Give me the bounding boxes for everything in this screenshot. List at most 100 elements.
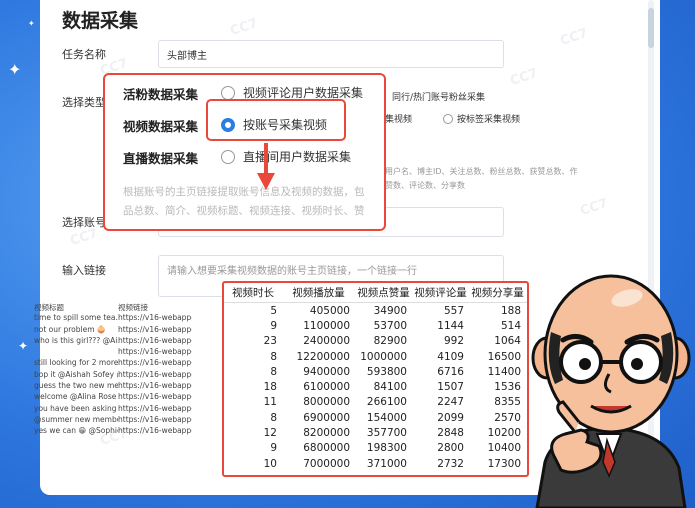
cell-title: you have been asking so <box>34 403 118 413</box>
table-cell: 2848 <box>437 427 464 440</box>
select-type-label: 选择类型 <box>62 96 106 109</box>
table-cell: 2800 <box>437 442 464 455</box>
column-header-duration: 视频时长 <box>232 287 274 299</box>
column-header: 视频链接 <box>118 303 148 312</box>
cell-title: @summer new member <box>34 414 118 424</box>
watermark: CC7 <box>578 196 610 219</box>
table-body: 5 405000 34900 557 188 9 1100000 53700 1144 514 23… <box>224 303 527 471</box>
table-row: welcome @Alina Rose !! https://v16-webapp… <box>34 392 192 403</box>
down-arrow-icon <box>257 143 275 190</box>
radio-by-tag[interactable]: 按标签采集视频 <box>443 112 520 125</box>
table-cell: 6900000 <box>303 411 350 424</box>
table-cell: 2247 <box>437 396 464 409</box>
watermark: CC7 <box>228 16 260 39</box>
table-row: 23 2400000 82900 992 1064 <box>224 334 527 349</box>
cell-title: welcome @Alina Rose !! <box>34 392 118 402</box>
table-cell: 18 <box>263 381 277 394</box>
page-title: 数据采集 <box>62 10 139 32</box>
desc-fields-faint-2: 赞数、评论数、分享数 <box>385 181 465 190</box>
cell-title: who is this girl??? @Aish <box>34 335 118 345</box>
column-header-comments: 视频评论量 <box>414 287 467 299</box>
cell-title: still looking for 2 more ♦ <box>34 358 118 368</box>
table-row: 12 8200000 357700 2848 10200 <box>224 425 527 440</box>
radio-circle <box>221 149 235 164</box>
table-cell: 266100 <box>366 396 407 409</box>
description-line: 根据账号的主页链接提取账号信息及视频的数据，包 <box>123 186 365 198</box>
table-cell: 557 <box>443 304 464 317</box>
cell-title: time to spill some tea... <box>34 313 118 323</box>
table-cell: 10 <box>263 457 277 470</box>
task-name-input[interactable]: 头部博主 <box>158 40 504 68</box>
cell-title: yes we can 😁 @Sophie <box>34 426 118 436</box>
radio-live-room-users[interactable]: 直播间用户数据采集 <box>221 148 351 165</box>
table-row: still looking for 2 more ♦https://v16-we… <box>34 358 192 369</box>
table-cell: 1507 <box>437 381 464 394</box>
table-cell: 12 <box>263 427 277 440</box>
video-stats-table: 视频时长 视频播放量 视频点赞量 视频评论量 视频分享量 5 405000 3490… <box>222 281 529 477</box>
cell-link: https://v16-webapp- <box>118 381 192 391</box>
table-row: 10 7000000 371000 2732 17300 <box>224 456 527 471</box>
table-row: 9 6800000 198300 2800 10400 <box>224 441 527 456</box>
cell-title: not our problem 🧅 <box>34 324 107 334</box>
input-link-label: 输入链接 <box>62 264 106 277</box>
table-cell: 84100 <box>373 381 407 394</box>
table-row: 11 8000000 266100 2247 8355 <box>224 395 527 410</box>
table-row: 8 12200000 1000000 4109 16500 <box>224 349 527 364</box>
table-cell: 2400000 <box>303 335 350 348</box>
table-cell: 11 <box>263 396 277 409</box>
description-line: 品总数、简介、视频标题、视频连接、视频时长、赞 <box>123 205 365 217</box>
task-name-label: 任务名称 <box>62 48 106 61</box>
table-cell: 8 <box>270 365 277 378</box>
desc-fields-faint: 用户名、博主ID、关注总数、粉丝总数、获赞总数、作 <box>385 167 578 176</box>
table-cell: 12200000 <box>296 350 350 363</box>
radio-peer-fans[interactable]: 同行/热门账号粉丝采集 <box>392 90 485 103</box>
table-cell: 405000 <box>309 304 350 317</box>
table-row: 18 6100000 84100 1507 1536 <box>224 379 527 394</box>
table-cell: 53700 <box>373 319 407 332</box>
table-row: https://v16-webapp- <box>34 347 192 358</box>
radio-circle: 同行/热门账号粉丝采集 <box>392 93 486 103</box>
table-cell: 8000000 <box>303 396 350 409</box>
background-video-table: 视频标题 视频链接 time to spill some tea... https… <box>34 302 192 438</box>
table-cell: 2732 <box>437 457 464 470</box>
radio-circle <box>221 85 235 100</box>
table-row: guess the two new mem https://v16-webapp- <box>34 381 192 392</box>
watermark: CC7 <box>558 26 590 49</box>
collection-type-popup: 活粉数据采集 视频评论用户数据采集 视频数据采集 按账号采集视频 直播数据采集 … <box>103 73 386 231</box>
category-live-fans: 活粉数据采集 <box>123 87 199 102</box>
radio-circle <box>443 113 453 124</box>
table-row: 5 405000 34900 557 188 <box>224 303 527 318</box>
table-row: bop it @Aishah Sofey @ https://v16-webapp… <box>34 370 192 381</box>
table-row: 8 9400000 593800 6716 11400 <box>224 364 527 379</box>
table-row: time to spill some tea... https://v16-web… <box>34 313 192 324</box>
selection-highlight <box>206 99 346 141</box>
cell-link: https://v16-webapp- <box>118 335 192 345</box>
cell-link: https://v16-webapp- <box>118 313 192 323</box>
sparkle-icon: ✦ <box>28 19 35 28</box>
scrollbar-thumb[interactable] <box>648 8 654 48</box>
category-video-data: 视频数据采集 <box>123 119 199 134</box>
table-cell: 9 <box>270 319 277 332</box>
cartoon-character-illustration <box>531 274 691 508</box>
table-cell: 9 <box>270 442 277 455</box>
table-row: who is this girl??? @Aish https://v16-web… <box>34 336 192 347</box>
table-cell: 6100000 <box>303 381 350 394</box>
table-row: you have been asking sohttps://v16-webap… <box>34 404 192 415</box>
table-row: not our problem 🧅 https://v16-webapp- <box>34 325 192 336</box>
column-header-views: 视频播放量 <box>292 287 345 299</box>
popup-description: 根据账号的主页链接提取账号信息及视频的数据，包 品总数、简介、视频标题、视频连接… <box>123 183 384 221</box>
cell-link: https://v16-webapp- <box>118 392 192 402</box>
table-row: yes we can 😁 @Sophie https://v16-webapp- <box>34 426 192 437</box>
link-placeholder: 请输入想要采集视频数据的账号主页链接，一个链接一行 <box>167 266 417 277</box>
table-cell: 2099 <box>437 411 464 424</box>
sparkle-icon: ✦ <box>8 60 22 79</box>
watermark: CC7 <box>508 66 540 89</box>
cell-link: https://v16-webapp- <box>118 426 192 436</box>
column-header-likes: 视频点赞量 <box>357 287 410 299</box>
table-cell: 992 <box>443 335 464 348</box>
table-cell: 1000000 <box>360 350 407 363</box>
table-cell: 82900 <box>373 335 407 348</box>
table-cell: 357700 <box>366 427 407 440</box>
table-row: @summer new member https://v16-webapp- <box>34 415 192 426</box>
table-cell: 6716 <box>437 365 464 378</box>
